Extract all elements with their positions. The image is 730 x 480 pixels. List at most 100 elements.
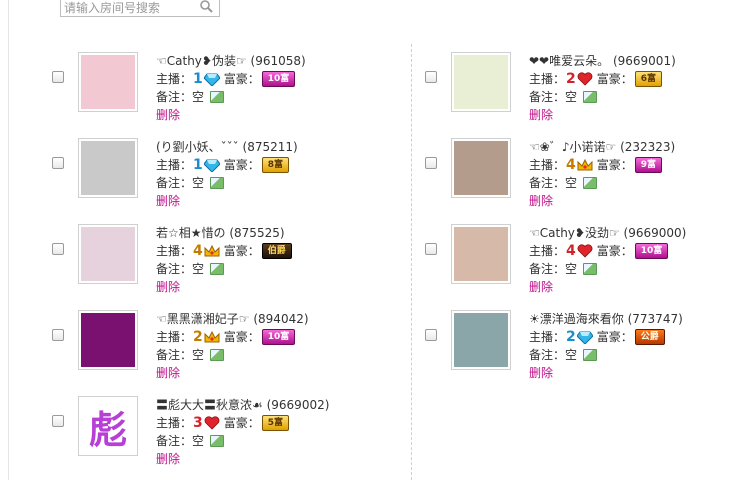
delete-link[interactable]: 删除 — [156, 278, 180, 296]
rich-label: 富豪： — [223, 244, 260, 258]
left-border — [8, 0, 9, 480]
delete-link[interactable]: 删除 — [529, 106, 553, 124]
delete-link[interactable]: 删除 — [156, 364, 180, 382]
anchor-level: 1 — [193, 71, 203, 87]
anchor-name: ☀漂洋過海來看你 — [529, 312, 624, 326]
anchor-card: ☀漂洋過海來看你 (773747) 主播： 2 富豪： 公爵 备注：空删除 — [425, 310, 725, 394]
edit-note-icon[interactable] — [210, 435, 225, 447]
delete-link[interactable]: 删除 — [156, 106, 180, 124]
avatar[interactable] — [78, 138, 138, 198]
select-checkbox[interactable] — [425, 243, 437, 255]
search-box[interactable]: 请输入房间号搜索 — [60, 0, 220, 17]
avatar[interactable] — [78, 224, 138, 284]
avatar-image — [454, 55, 508, 109]
select-checkbox[interactable] — [52, 71, 64, 83]
anchor-label: 主播： — [529, 72, 566, 86]
edit-note-icon[interactable] — [583, 177, 598, 189]
delete-link[interactable]: 删除 — [529, 278, 553, 296]
anchor-label: 主播： — [529, 158, 566, 172]
edit-note-icon[interactable] — [210, 263, 225, 275]
note-label: 备注： — [529, 176, 566, 190]
anchor-level: 2 — [566, 329, 576, 345]
room-id: (894042) — [253, 312, 309, 326]
avatar[interactable] — [78, 310, 138, 370]
room-id: (875525) — [229, 226, 285, 240]
delete-link[interactable]: 删除 — [156, 450, 180, 468]
anchor-level: 2 — [566, 71, 576, 87]
edit-note-icon[interactable] — [583, 349, 598, 361]
anchor-level: 1 — [193, 157, 203, 173]
crown-icon — [204, 244, 220, 257]
edit-note-icon[interactable] — [583, 91, 598, 103]
edit-note-icon[interactable] — [210, 349, 225, 361]
note-label: 备注： — [529, 90, 566, 104]
anchor-label: 主播： — [529, 244, 566, 258]
delete-link[interactable]: 删除 — [156, 192, 180, 210]
edit-note-icon[interactable] — [210, 177, 225, 189]
avatar[interactable] — [451, 310, 511, 370]
anchor-card: ☜❀゛♪小诺诺☞ (232323) 主播： 4 富豪： 9富 备注：空删除 — [425, 138, 725, 222]
anchor-label: 主播： — [529, 330, 566, 344]
search-input[interactable]: 请输入房间号搜索 — [64, 0, 160, 16]
anchor-info: ☜❀゛♪小诺诺☞ (232323) 主播： 4 富豪： 9富 备注：空删除 — [529, 138, 675, 210]
avatar-image — [81, 227, 135, 281]
anchor-card: ❤❤唯爱云朵。 (9669001) 主播： 2 富豪： 6富 备注：空删除 — [425, 52, 725, 136]
anchor-info: (り劉小妖、ˇˇˇ (875211) 主播： 1 富豪： 8富 备注：空删除 — [156, 138, 298, 210]
anchor-level: 4 — [566, 243, 576, 259]
anchor-label: 主播： — [156, 330, 193, 344]
anchor-info: ❤❤唯爱云朵。 (9669001) 主播： 2 富豪： 6富 备注：空删除 — [529, 52, 676, 124]
avatar-image — [81, 55, 135, 109]
room-id: (9669001) — [612, 54, 676, 68]
edit-note-icon[interactable] — [210, 91, 225, 103]
rich-badge: 10富 — [261, 329, 296, 345]
avatar-image — [81, 141, 135, 195]
anchor-name: ☜❀゛♪小诺诺☞ — [529, 140, 617, 154]
select-checkbox[interactable] — [425, 157, 437, 169]
anchor-info: ☀漂洋過海來看你 (773747) 主播： 2 富豪： 公爵 备注：空删除 — [529, 310, 683, 382]
anchor-label: 主播： — [156, 158, 193, 172]
rich-label: 富豪： — [596, 330, 633, 344]
anchor-name: 〓彪大大〓秋意浓☙ — [156, 398, 263, 412]
room-id: (875211) — [242, 140, 298, 154]
rich-label: 富豪： — [596, 72, 633, 86]
select-checkbox[interactable] — [425, 71, 437, 83]
room-id: (773747) — [627, 312, 683, 326]
anchor-label: 主播： — [156, 72, 193, 86]
select-checkbox[interactable] — [52, 243, 64, 255]
note-label: 备注： — [156, 434, 193, 448]
note-label: 备注： — [156, 176, 193, 190]
avatar[interactable] — [451, 138, 511, 198]
anchor-info: 若☆相★惜の (875525) 主播： 4 富豪： 伯爵 备注：空删除 — [156, 224, 292, 296]
select-checkbox[interactable] — [52, 329, 64, 341]
edit-note-icon[interactable] — [583, 263, 598, 275]
rich-badge: 公爵 — [634, 329, 665, 345]
crown-icon — [204, 330, 220, 343]
delete-link[interactable]: 删除 — [529, 364, 553, 382]
note-value: 空 — [565, 176, 578, 190]
rich-badge: 6富 — [634, 71, 663, 87]
anchor-card: 彪 〓彪大大〓秋意浓☙ (9669002) 主播： 3 富豪： 5富 备注：空删除 — [52, 396, 352, 480]
note-value: 空 — [192, 434, 205, 448]
anchor-info: ☜Cathy❥没劲☞ (9669000) 主播： 4 富豪： 10富 备注：空删除 — [529, 224, 686, 296]
rich-badge: 8富 — [261, 157, 290, 173]
avatar-image — [454, 141, 508, 195]
diamond-icon — [576, 331, 593, 344]
avatar[interactable] — [451, 52, 511, 112]
avatar[interactable]: 彪 — [78, 396, 138, 456]
rich-label: 富豪： — [596, 244, 633, 258]
column-divider — [411, 44, 412, 480]
select-checkbox[interactable] — [52, 415, 64, 427]
rich-label: 富豪： — [223, 416, 260, 430]
avatar[interactable] — [78, 52, 138, 112]
select-checkbox[interactable] — [52, 157, 64, 169]
anchor-info: ☜黑黑潇湘妃子☞ (894042) 主播： 2 富豪： 10富 备注：空删除 — [156, 310, 309, 382]
avatar-text: 彪 — [88, 407, 127, 452]
anchor-level: 4 — [566, 157, 576, 173]
anchor-info: ☜Cathy❥伪装☞ (961058) 主播： 1 富豪： 10富 备注：空删除 — [156, 52, 306, 124]
delete-link[interactable]: 删除 — [529, 192, 553, 210]
anchor-level: 2 — [193, 329, 203, 345]
anchor-name: ☜Cathy❥伪装☞ — [156, 54, 247, 68]
avatar[interactable] — [451, 224, 511, 284]
select-checkbox[interactable] — [425, 329, 437, 341]
search-icon[interactable] — [199, 0, 213, 13]
